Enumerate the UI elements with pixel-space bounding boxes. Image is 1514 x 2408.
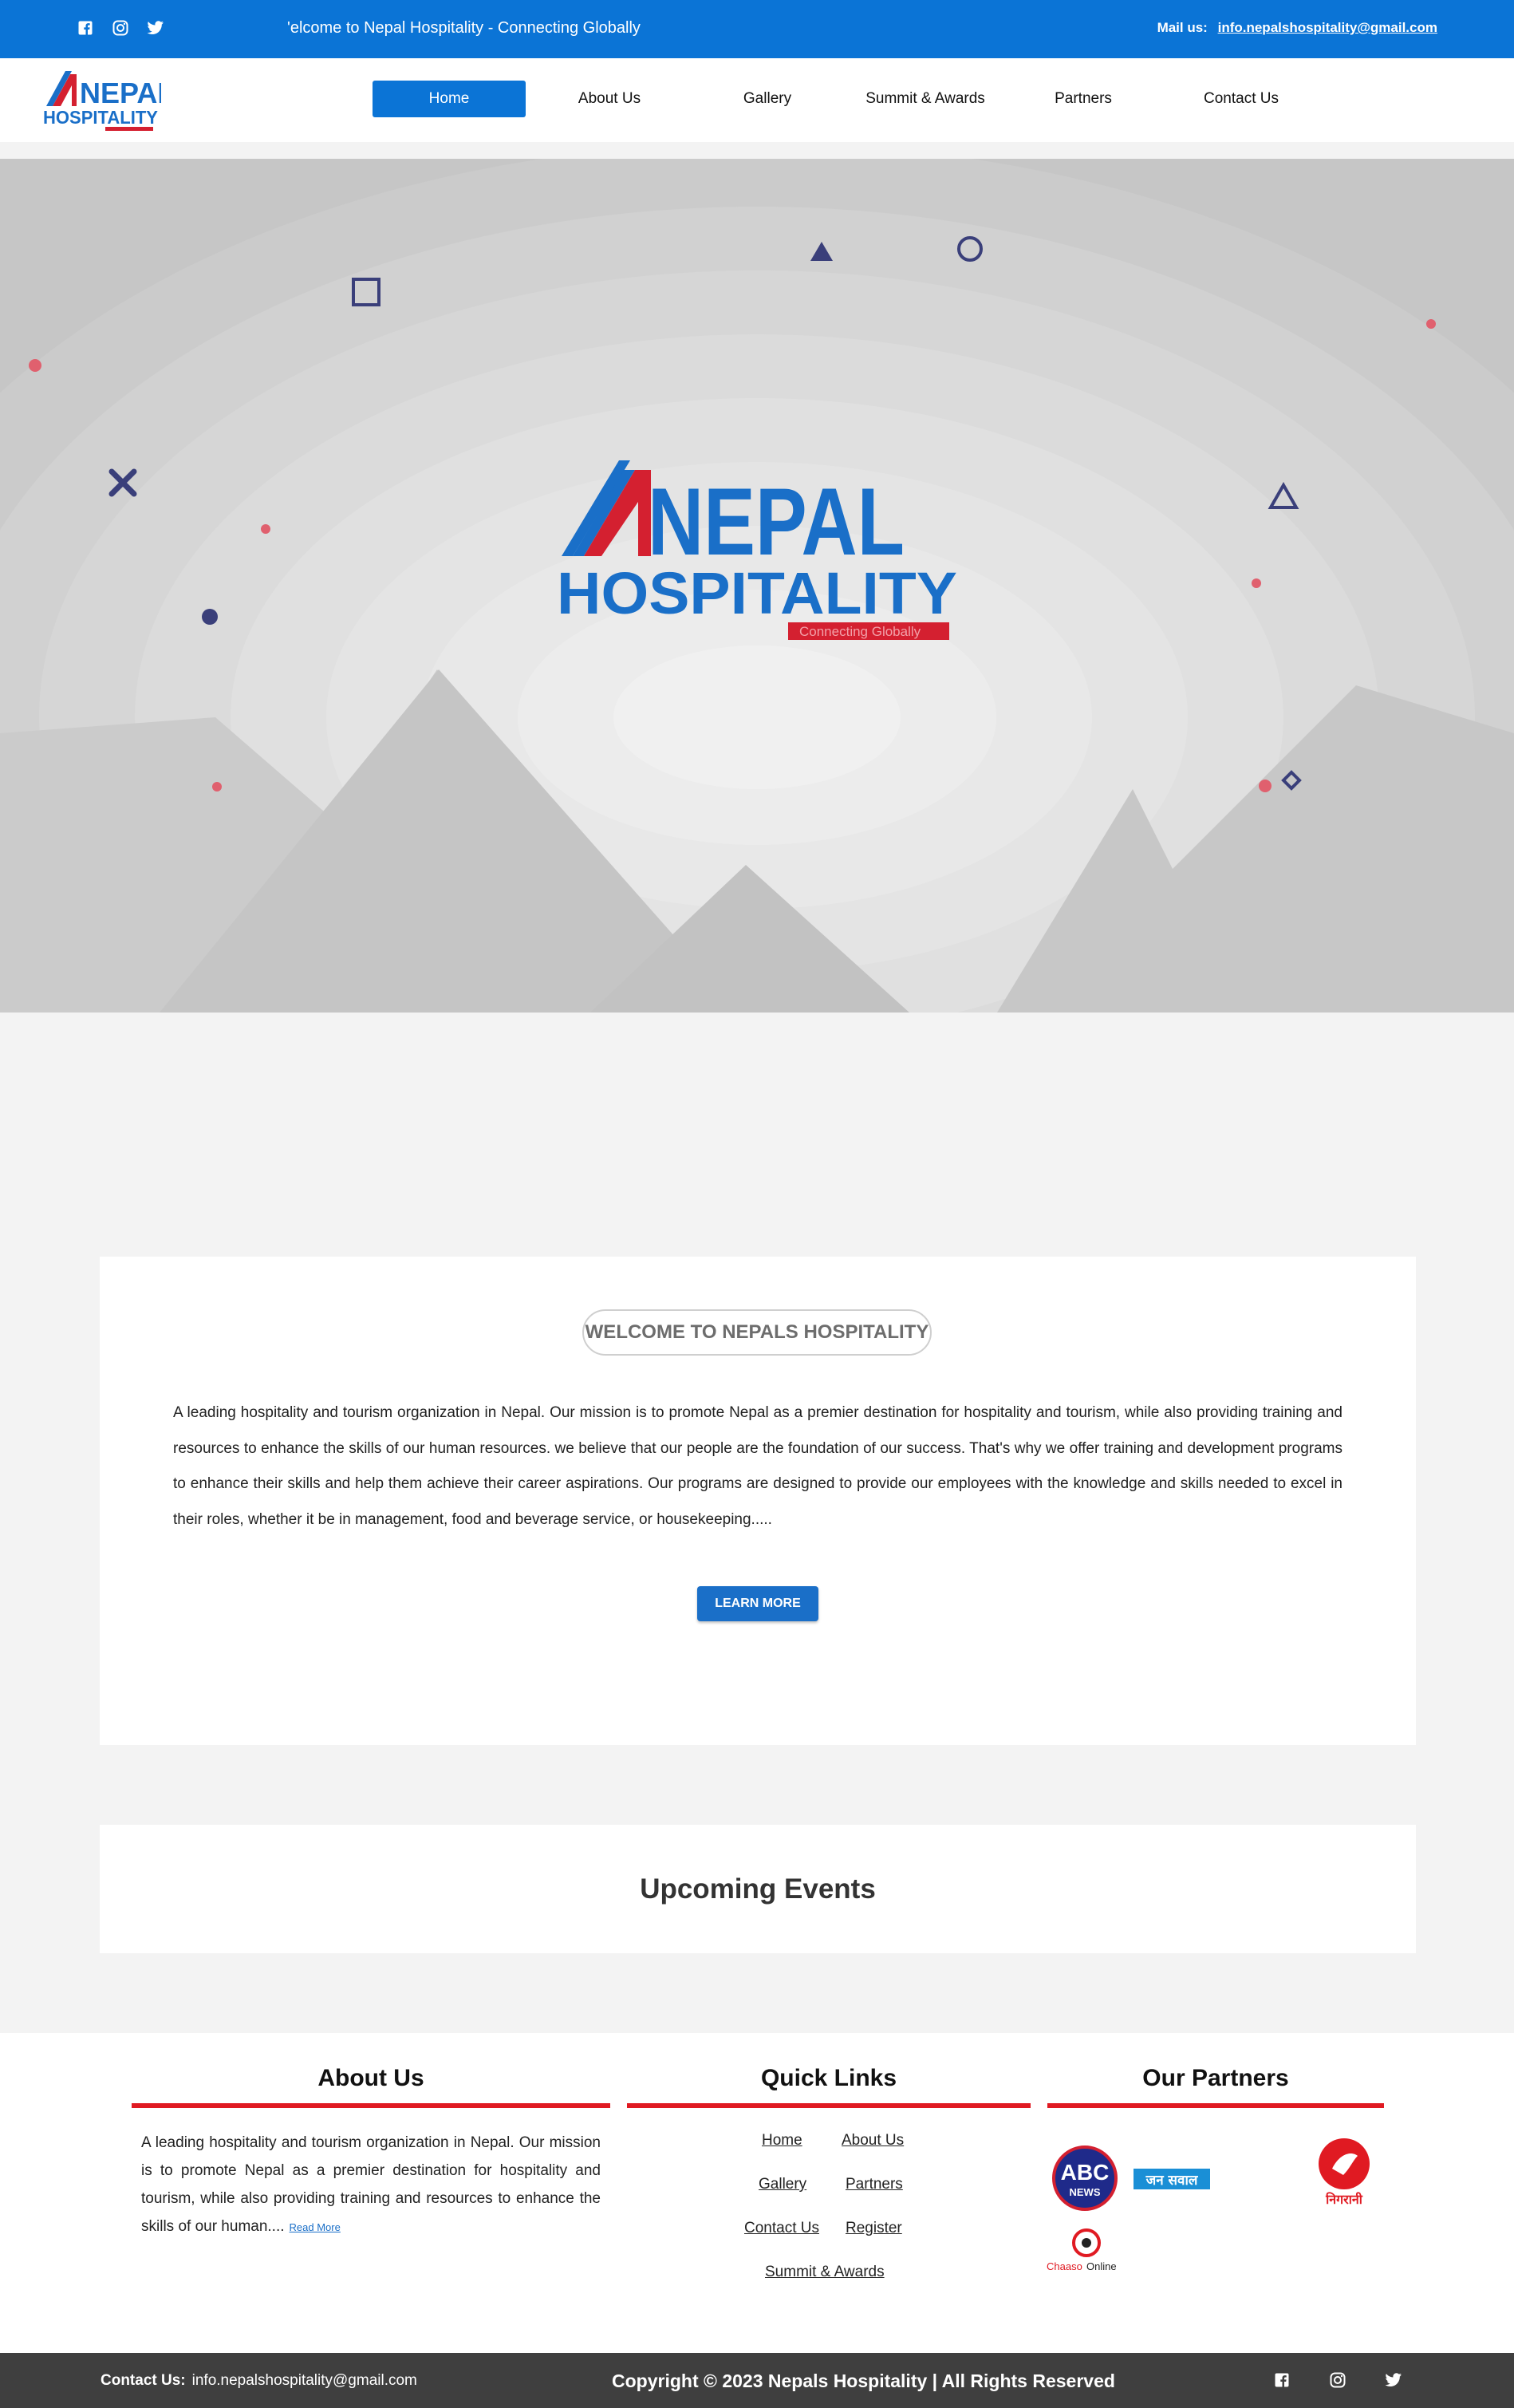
footer-about-paragraph: A leading hospitality and tourism organi… [141, 2134, 601, 2235]
chaaso-text: Chaaso [1047, 2260, 1082, 2272]
partner-logo-chaaso-online[interactable]: Chaaso Online [1045, 2228, 1133, 2276]
quick-link-gallery[interactable]: Gallery [759, 2176, 806, 2193]
nav-item-contact-us[interactable]: Contact Us [1162, 81, 1320, 117]
facebook-icon[interactable] [1273, 2371, 1291, 2389]
instagram-icon[interactable] [112, 19, 129, 37]
mail-address-link[interactable]: info.nepalshospitality@gmail.com [1218, 20, 1437, 35]
welcome-body: A leading hospitality and tourism organi… [173, 1404, 1342, 1528]
hero-logo: NEPAL HOSPITALITY Connecting Globally [557, 460, 957, 640]
footer-about-title: About Us [317, 2065, 424, 2091]
nav-item-summit-awards[interactable]: Summit & Awards [846, 81, 1004, 117]
quick-link-about-us[interactable]: About Us [842, 2132, 904, 2149]
quick-link-partners[interactable]: Partners [846, 2176, 903, 2193]
footer: About Us A leading hospitality and touri… [0, 2033, 1514, 2354]
quick-link-home[interactable]: Home [762, 2132, 802, 2149]
quick-link-contact-us[interactable]: Contact Us [744, 2220, 819, 2237]
nav-item-about-us[interactable]: About Us [530, 81, 688, 117]
abc-news-text: ABC [1061, 2160, 1110, 2185]
nigrani-text: निगरानी [1325, 2192, 1363, 2207]
partner-logo-abc-news[interactable]: ABC NEWS [1051, 2145, 1118, 2212]
jansawal-text: जन सवाल [1145, 2173, 1199, 2189]
nav-item-home[interactable]: Home [373, 81, 526, 117]
footer-quick-links-title: Quick Links [760, 2065, 897, 2091]
abc-news-subtext: NEWS [1070, 2186, 1101, 2198]
hero-logo-tagline: Connecting Globally [799, 624, 921, 639]
bottom-contact: Contact Us: info.nepalshospitality@gmail.… [101, 2372, 417, 2390]
mail-contact: Mail us: info.nepalshospitality@gmail.co… [1157, 20, 1437, 36]
nav-menu: Home About Us Gallery Summit & Awards Pa… [373, 81, 1320, 117]
bottom-contact-email[interactable]: info.nepalshospitality@gmail.com [192, 2372, 417, 2389]
welcome-marquee: 'elcome to Nepal Hospitality - Connectin… [287, 19, 641, 37]
hero-logo-hospitality: HOSPITALITY [557, 560, 957, 626]
read-more-link[interactable]: Read More [290, 2221, 341, 2233]
footer-quick-links-divider [627, 2103, 1031, 2108]
nav-item-gallery[interactable]: Gallery [688, 81, 846, 117]
welcome-card: WELCOME TO NEPALS HOSPITALITY A leading … [100, 1257, 1416, 1745]
site-logo[interactable]: NEPAL HOSPITALITY [41, 68, 175, 135]
mail-label: Mail us: [1157, 20, 1208, 35]
logo-text-nepal: NEPAL [80, 77, 161, 109]
partner-logo-nigrani[interactable]: निगरानी [1308, 2137, 1380, 2209]
instagram-icon[interactable] [1329, 2371, 1346, 2389]
learn-more-button[interactable]: LEARN MORE [697, 1586, 818, 1621]
bottom-social-links [1273, 2371, 1402, 2389]
welcome-title: WELCOME TO NEPALS HOSPITALITY [582, 1309, 932, 1356]
bottom-contact-label: Contact Us: [101, 2372, 186, 2389]
quick-link-summit-awards[interactable]: Summit & Awards [765, 2264, 885, 2281]
partner-logo-jansawal[interactable]: जन सवाल [1134, 2167, 1213, 2191]
footer-about-text: A leading hospitality and tourism organi… [141, 2129, 601, 2241]
footer-about-divider [132, 2103, 610, 2108]
upcoming-events-heading: Upcoming Events [100, 1825, 1416, 1953]
online-text: Online [1086, 2260, 1117, 2272]
hero-logo-nepal: NEPAL [648, 468, 905, 575]
copyright-text: Copyright © 2023 Nepals Hospitality | Al… [612, 2370, 1115, 2391]
quick-link-register[interactable]: Register [846, 2220, 902, 2237]
footer-partners-divider [1047, 2103, 1384, 2108]
hero-banner: NEPAL HOSPITALITY Connecting Globally [0, 159, 1514, 1013]
twitter-icon[interactable] [147, 19, 164, 37]
logo-text-hospitality: HOSPITALITY [43, 107, 158, 128]
bottom-bar: Contact Us: info.nepalshospitality@gmail.… [0, 2353, 1514, 2408]
twitter-icon[interactable] [1385, 2371, 1402, 2389]
nav-item-partners[interactable]: Partners [1004, 81, 1162, 117]
main-navbar: NEPAL HOSPITALITY Home About Us Gallery … [0, 58, 1514, 142]
footer-partners-title: Our Partners [1142, 2065, 1289, 2091]
facebook-icon[interactable] [77, 19, 94, 37]
top-social-links [77, 19, 164, 37]
top-bar: 'elcome to Nepal Hospitality - Connectin… [0, 0, 1514, 58]
